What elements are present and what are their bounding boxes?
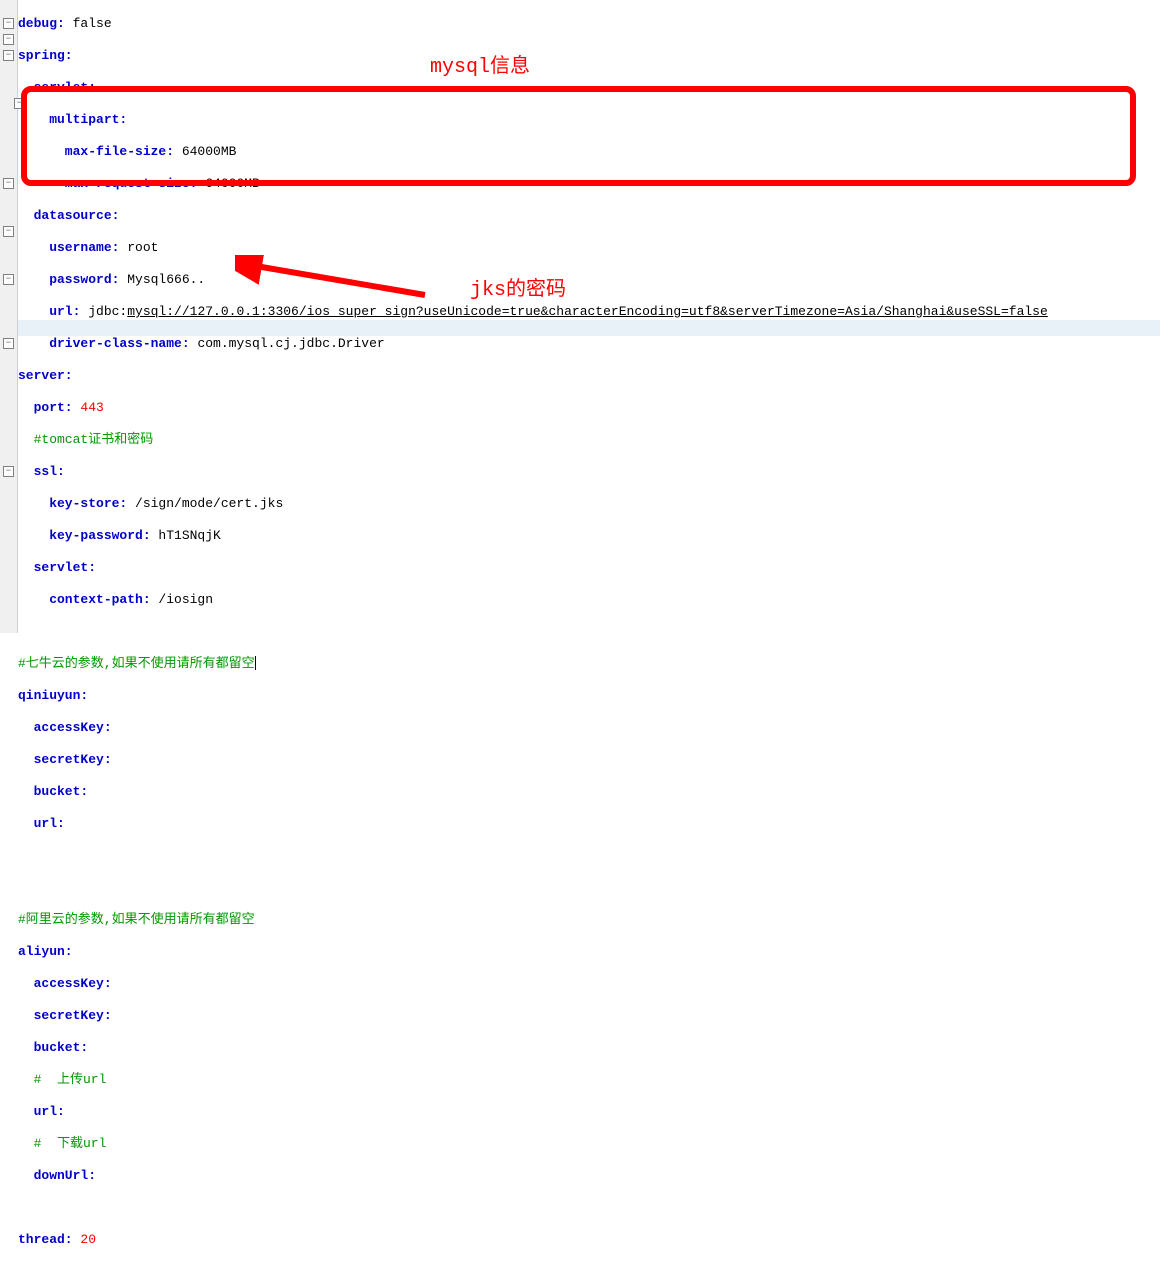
yaml-key: bucket: (18, 784, 88, 799)
yaml-key: accessKey: (18, 976, 112, 991)
yaml-key: context-path: (18, 592, 151, 607)
yaml-key: password: (18, 272, 119, 287)
yaml-comment: #七牛云的参数,如果不使用请所有都留空 (18, 656, 255, 671)
yaml-key: driver-class-name: (18, 336, 190, 351)
yaml-key: bucket: (18, 1040, 88, 1055)
yaml-key: url: (18, 1104, 65, 1119)
fold-icon[interactable]: − (3, 338, 14, 349)
blank-line (18, 1200, 1048, 1216)
yaml-key: server: (18, 368, 73, 383)
yaml-value: Mysql666.. (119, 272, 205, 287)
text-cursor (255, 656, 256, 670)
fold-icon[interactable]: − (3, 34, 14, 45)
yaml-value-url: mysql://127.0.0.1:3306/ios_super_sign?us… (127, 304, 1048, 319)
blank-line (18, 880, 1048, 896)
yaml-comment: # 上传url (18, 1072, 106, 1087)
yaml-key: multipart: (18, 112, 127, 127)
yaml-key: port: (18, 400, 73, 415)
yaml-key: max-file-size: (18, 144, 174, 159)
yaml-key: downUrl: (18, 1168, 96, 1183)
fold-icon[interactable]: − (3, 18, 14, 29)
yaml-value: /iosign (151, 592, 213, 607)
yaml-key: qiniuyun: (18, 688, 88, 703)
yaml-key: key-store: (18, 496, 127, 511)
blank-line (18, 624, 1048, 640)
yaml-value: 20 (73, 1232, 96, 1247)
yaml-value: /sign/mode/cert.jks (127, 496, 283, 511)
fold-icon[interactable]: − (3, 466, 14, 477)
yaml-key: username: (18, 240, 119, 255)
yaml-key: servlet: (18, 560, 96, 575)
yaml-value: com.mysql.cj.jdbc.Driver (190, 336, 385, 351)
yaml-key: accessKey: (18, 720, 112, 735)
yaml-value: false (65, 16, 112, 31)
yaml-key: key-password: (18, 528, 151, 543)
yaml-value: hT1SNqjK (151, 528, 221, 543)
yaml-key: url: (18, 816, 65, 831)
fold-icon[interactable]: − (3, 226, 14, 237)
yaml-key: servlet: (18, 80, 96, 95)
blank-line (18, 848, 1048, 864)
yaml-value: root (119, 240, 158, 255)
yaml-comment: #阿里云的参数,如果不使用请所有都留空 (18, 912, 255, 927)
yaml-value: 64000MB (174, 144, 236, 159)
code-block: debug: false spring: servlet: multipart:… (18, 0, 1048, 1264)
yaml-key: ssl: (18, 464, 65, 479)
yaml-key: datasource: (18, 208, 119, 223)
yaml-key: secretKey: (18, 1008, 112, 1023)
yaml-comment: # 下载url (18, 1136, 106, 1151)
fold-icon[interactable]: − (3, 274, 14, 285)
fold-icon[interactable]: − (3, 178, 14, 189)
yaml-value: 443 (73, 400, 104, 415)
yaml-key: max-request-size: (18, 176, 197, 191)
yaml-comment: #tomcat证书和密码 (18, 432, 153, 447)
yaml-value: jdbc: (80, 304, 127, 319)
fold-icon[interactable]: − (14, 98, 25, 109)
yaml-key: secretKey: (18, 752, 112, 767)
yaml-key: spring: (18, 48, 73, 63)
yaml-key: debug: (18, 16, 65, 31)
fold-icon[interactable]: − (3, 50, 14, 61)
yaml-key: url: (18, 304, 80, 319)
yaml-key: thread: (18, 1232, 73, 1247)
yaml-value: 64000MB (197, 176, 259, 191)
yaml-key: aliyun: (18, 944, 73, 959)
fold-gutter (0, 0, 18, 633)
